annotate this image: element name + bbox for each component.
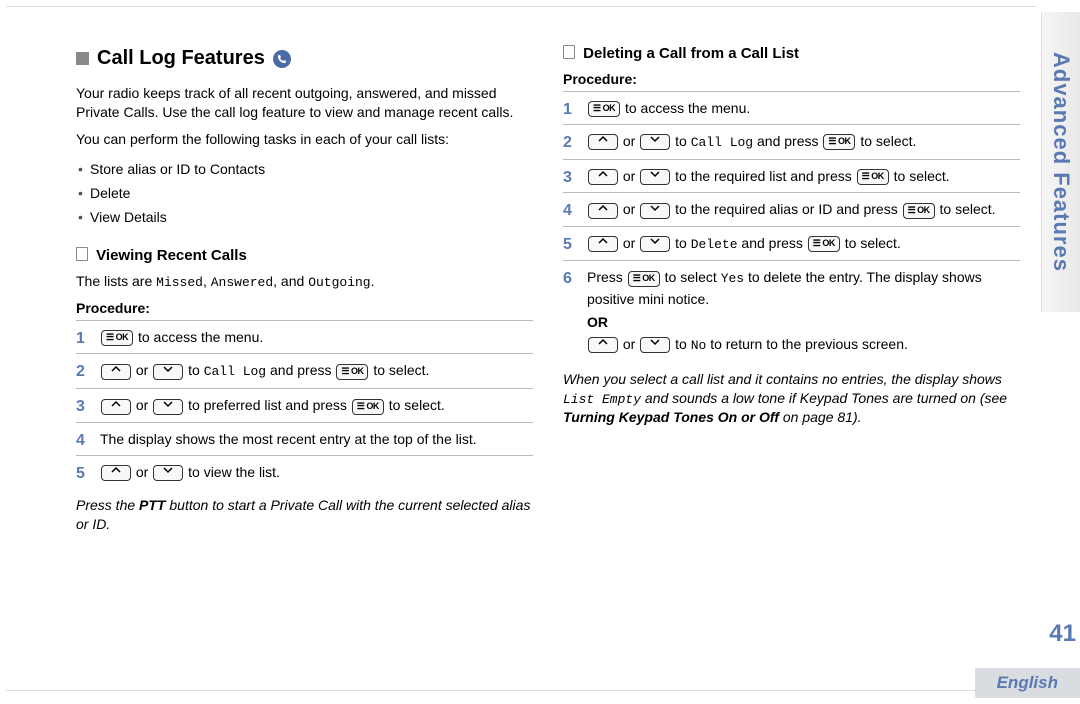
manual-page: Call Log Features Your radio keeps track… — [6, 6, 1036, 691]
intro-paragraph-1: Your radio keeps track of all recent out… — [76, 84, 533, 122]
step: or to Call Log and press ☰ OK to select. — [563, 124, 1020, 159]
down-button-icon — [153, 399, 183, 415]
up-button-icon — [588, 236, 618, 252]
up-button-icon — [101, 364, 131, 380]
down-button-icon — [640, 169, 670, 185]
ok-button-icon: ☰ OK — [101, 330, 133, 346]
lists-line: The lists are Missed, Answered, and Outg… — [76, 272, 533, 292]
ok-button-icon: ☰ OK — [823, 134, 855, 150]
up-button-icon — [588, 337, 618, 353]
down-button-icon — [640, 203, 670, 219]
down-button-icon — [153, 364, 183, 380]
up-button-icon — [588, 134, 618, 150]
subsection-viewing: Viewing Recent Calls — [76, 247, 533, 264]
page-number: 41 — [1049, 620, 1076, 648]
or-label: OR — [587, 312, 1020, 332]
right-column: Deleting a Call from a Call List Procedu… — [563, 19, 1020, 589]
viewing-note: Press the PTT button to start a Private … — [76, 496, 533, 534]
list-item: View Details — [76, 205, 533, 229]
viewing-steps: ☰ OK to access the menu. or to Call Log … — [76, 320, 533, 488]
doc-icon — [76, 247, 88, 261]
down-button-icon — [640, 337, 670, 353]
ok-button-icon: ☰ OK — [903, 203, 935, 219]
section-square-icon — [76, 52, 89, 65]
step: or to preferred list and press ☰ OK to s… — [76, 388, 533, 421]
step: or to the required list and press ☰ OK t… — [563, 159, 1020, 192]
step: ☰ OK to access the menu. — [563, 91, 1020, 124]
step: or to Call Log and press ☰ OK to select. — [76, 353, 533, 388]
ok-button-icon: ☰ OK — [628, 271, 660, 287]
procedure-label: Procedure: — [76, 299, 533, 318]
left-column: Call Log Features Your radio keeps track… — [76, 19, 533, 589]
chapter-title: Advanced Features — [1048, 52, 1074, 272]
down-button-icon — [640, 134, 670, 150]
ok-button-icon: ☰ OK — [352, 399, 384, 415]
ok-button-icon: ☰ OK — [588, 101, 620, 117]
up-button-icon — [588, 203, 618, 219]
subsection-deleting: Deleting a Call from a Call List — [563, 45, 1020, 62]
down-button-icon — [153, 465, 183, 481]
deleting-note: When you select a call list and it conta… — [563, 370, 1020, 427]
chapter-tab: Advanced Features — [1041, 12, 1080, 312]
phone-feature-icon — [273, 50, 291, 68]
ok-button-icon: ☰ OK — [808, 236, 840, 252]
procedure-label: Procedure: — [563, 70, 1020, 89]
step: The display shows the most recent entry … — [76, 422, 533, 455]
two-column-layout: Call Log Features Your radio keeps track… — [76, 19, 1020, 589]
step: Press ☰ OK to select Yes to delete the e… — [563, 260, 1020, 361]
tasks-list: Store alias or ID to Contacts Delete Vie… — [76, 157, 533, 229]
down-button-icon — [640, 236, 670, 252]
up-button-icon — [588, 169, 618, 185]
step: or to the required alias or ID and press… — [563, 192, 1020, 225]
doc-icon — [563, 45, 575, 59]
ok-button-icon: ☰ OK — [336, 364, 368, 380]
step: or to view the list. — [76, 455, 533, 488]
list-item: Store alias or ID to Contacts — [76, 157, 533, 181]
step: or to Delete and press ☰ OK to select. — [563, 226, 1020, 261]
ok-button-icon: ☰ OK — [857, 169, 889, 185]
up-button-icon — [101, 465, 131, 481]
language-label: English — [975, 668, 1080, 698]
up-button-icon — [101, 399, 131, 415]
intro-paragraph-2: You can perform the following tasks in e… — [76, 130, 533, 149]
section-heading: Call Log Features — [76, 47, 533, 70]
deleting-steps: ☰ OK to access the menu. or to Call Log … — [563, 91, 1020, 362]
list-item: Delete — [76, 181, 533, 205]
step: ☰ OK to access the menu. — [76, 320, 533, 353]
heading-text: Call Log Features — [97, 47, 265, 70]
